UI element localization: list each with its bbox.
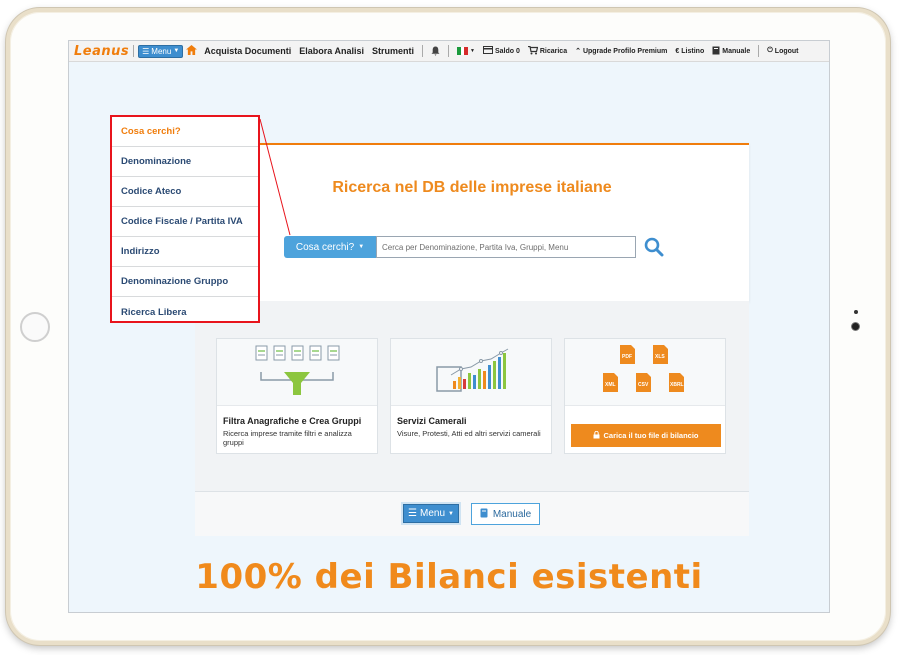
file-type-label: PDF	[622, 354, 632, 360]
upload-bilancio-button[interactable]: Carica il tuo file di bilancio	[571, 424, 721, 447]
card-footer: ☰ Menu ▼ Manuale	[195, 491, 749, 536]
file-types-illustration: PDF XLS XML CSV XBRL	[565, 339, 725, 406]
nav-menu-label: Menu	[151, 46, 172, 56]
manuale-label: Manuale	[722, 47, 751, 55]
file-type-label: XML	[605, 382, 616, 388]
footer-manuale-label: Manuale	[492, 508, 532, 520]
search-type-dropdown-menu: Cosa cerchi? Denominazione Codice Ateco …	[110, 115, 260, 323]
search-card: Ricerca nel DB delle imprese italiane Co…	[195, 143, 749, 302]
tablet-camera	[851, 322, 860, 331]
file-type-label: XLS	[655, 354, 665, 360]
nav-menu-button[interactable]: ☰ Menu ▼	[138, 44, 184, 58]
leanus-logo[interactable]: Leanus	[74, 44, 129, 59]
footer-manuale-button[interactable]: Manuale	[471, 503, 540, 525]
hamburger-icon: ☰	[408, 508, 417, 519]
book-icon	[480, 508, 488, 521]
upload-button-label: Carica il tuo file di bilancio	[603, 431, 699, 440]
logout-label: Logout	[774, 47, 799, 55]
lock-icon	[593, 430, 600, 441]
tablet-home-button	[20, 312, 50, 342]
saldo-link[interactable]: Saldo 0	[482, 46, 520, 56]
power-icon: ⏻	[767, 47, 773, 54]
tile-filtra-anagrafiche[interactable]: Filtra Anagrafiche e Crea Gruppi Ricerca…	[216, 338, 378, 454]
tile-title: Servizi Camerali	[397, 416, 467, 426]
footer-menu-label: Menu	[420, 508, 446, 519]
hamburger-icon: ☰	[142, 46, 150, 56]
dropdown-item-denominazione-gruppo[interactable]: Denominazione Gruppo	[112, 267, 258, 297]
ricarica-link[interactable]: Ricarica	[527, 45, 568, 57]
tile-description: Ricerca imprese tramite filtri e analizz…	[223, 429, 352, 447]
language-selector[interactable]: ▼	[456, 47, 475, 55]
nav-divider	[758, 45, 760, 57]
manuale-link[interactable]: Manuale	[712, 46, 750, 57]
caret-down-icon: ▼	[358, 244, 365, 250]
filter-funnel-illustration	[217, 339, 377, 406]
home-icon[interactable]	[186, 44, 198, 58]
saldo-label: Saldo 0	[494, 47, 520, 55]
tile-description: Visure, Protesti, Atti ed altri servizi …	[397, 429, 541, 438]
file-type-label: XBRL	[670, 382, 684, 388]
listino-label: Listino	[681, 47, 705, 55]
bell-icon[interactable]	[431, 46, 440, 56]
footer-menu-button[interactable]: ☰ Menu ▼	[403, 504, 459, 523]
cart-icon	[527, 45, 539, 57]
search-input[interactable]	[376, 236, 636, 258]
nav-acquista-documenti[interactable]: Acquista Documenti	[204, 46, 291, 56]
file-type-label: CSV	[638, 382, 649, 388]
tile-servizi-camerali[interactable]: Servizi Camerali Visure, Protesti, Atti …	[390, 338, 552, 454]
services-section: Filtra Anagrafiche e Crea Gruppi Ricerca…	[195, 301, 749, 536]
upgrade-label: Upgrade Profilo Premium	[582, 47, 668, 55]
analytics-chart-illustration	[391, 339, 551, 406]
book-icon	[712, 46, 720, 57]
search-type-label: Cosa cerchi?	[295, 241, 355, 253]
app-screen: Leanus ☰ Menu ▼ Acquista Documenti Elabo…	[68, 40, 830, 613]
nav-divider	[421, 45, 423, 57]
logout-link[interactable]: ⏻ Logout	[767, 47, 798, 55]
search-headline: Ricerca nel DB delle imprese italiane	[332, 179, 612, 196]
double-chevron-up-icon: ⌃	[575, 48, 581, 55]
top-navbar: Leanus ☰ Menu ▼ Acquista Documenti Elabo…	[69, 41, 829, 62]
tablet-sensor	[854, 310, 858, 314]
euro-icon: €	[675, 47, 680, 55]
nav-strumenti[interactable]: Strumenti	[372, 46, 414, 56]
nav-divider	[133, 45, 135, 57]
listino-link[interactable]: € Listino	[675, 48, 704, 55]
dropdown-item-codice-ateco[interactable]: Codice Ateco	[112, 177, 258, 207]
dropdown-item-denominazione[interactable]: Denominazione	[112, 147, 258, 177]
dropdown-item-codice-fiscale[interactable]: Codice Fiscale / Partita IVA	[112, 207, 258, 237]
caret-down-icon: ▼	[469, 48, 475, 54]
dropdown-item-ricerca-libera[interactable]: Ricerca Libera	[112, 297, 258, 327]
dropdown-item-indirizzo[interactable]: Indirizzo	[112, 237, 258, 267]
tile-carica-bilancio: PDF XLS XML CSV XBRL Carica il tuo file …	[564, 338, 726, 454]
caret-down-icon: ▼	[448, 510, 454, 517]
search-type-dropdown-button[interactable]: Cosa cerchi? ▼	[284, 236, 376, 258]
ricarica-label: Ricarica	[539, 47, 568, 55]
nav-divider	[447, 45, 449, 57]
credit-card-icon	[482, 46, 493, 56]
caret-down-icon: ▼	[173, 48, 180, 54]
italian-flag-icon	[456, 47, 468, 55]
upgrade-link[interactable]: ⌃ Upgrade Profilo Premium	[575, 47, 668, 56]
tile-title: Filtra Anagrafiche e Crea Gruppi	[223, 416, 362, 426]
dropdown-item-cosa-cerchi[interactable]: Cosa cerchi?	[112, 117, 258, 147]
promo-tagline: 100% dei Bilanci esistenti	[195, 557, 703, 597]
nav-elabora-analisi[interactable]: Elabora Analisi	[299, 46, 364, 56]
search-icon[interactable]	[644, 236, 664, 258]
